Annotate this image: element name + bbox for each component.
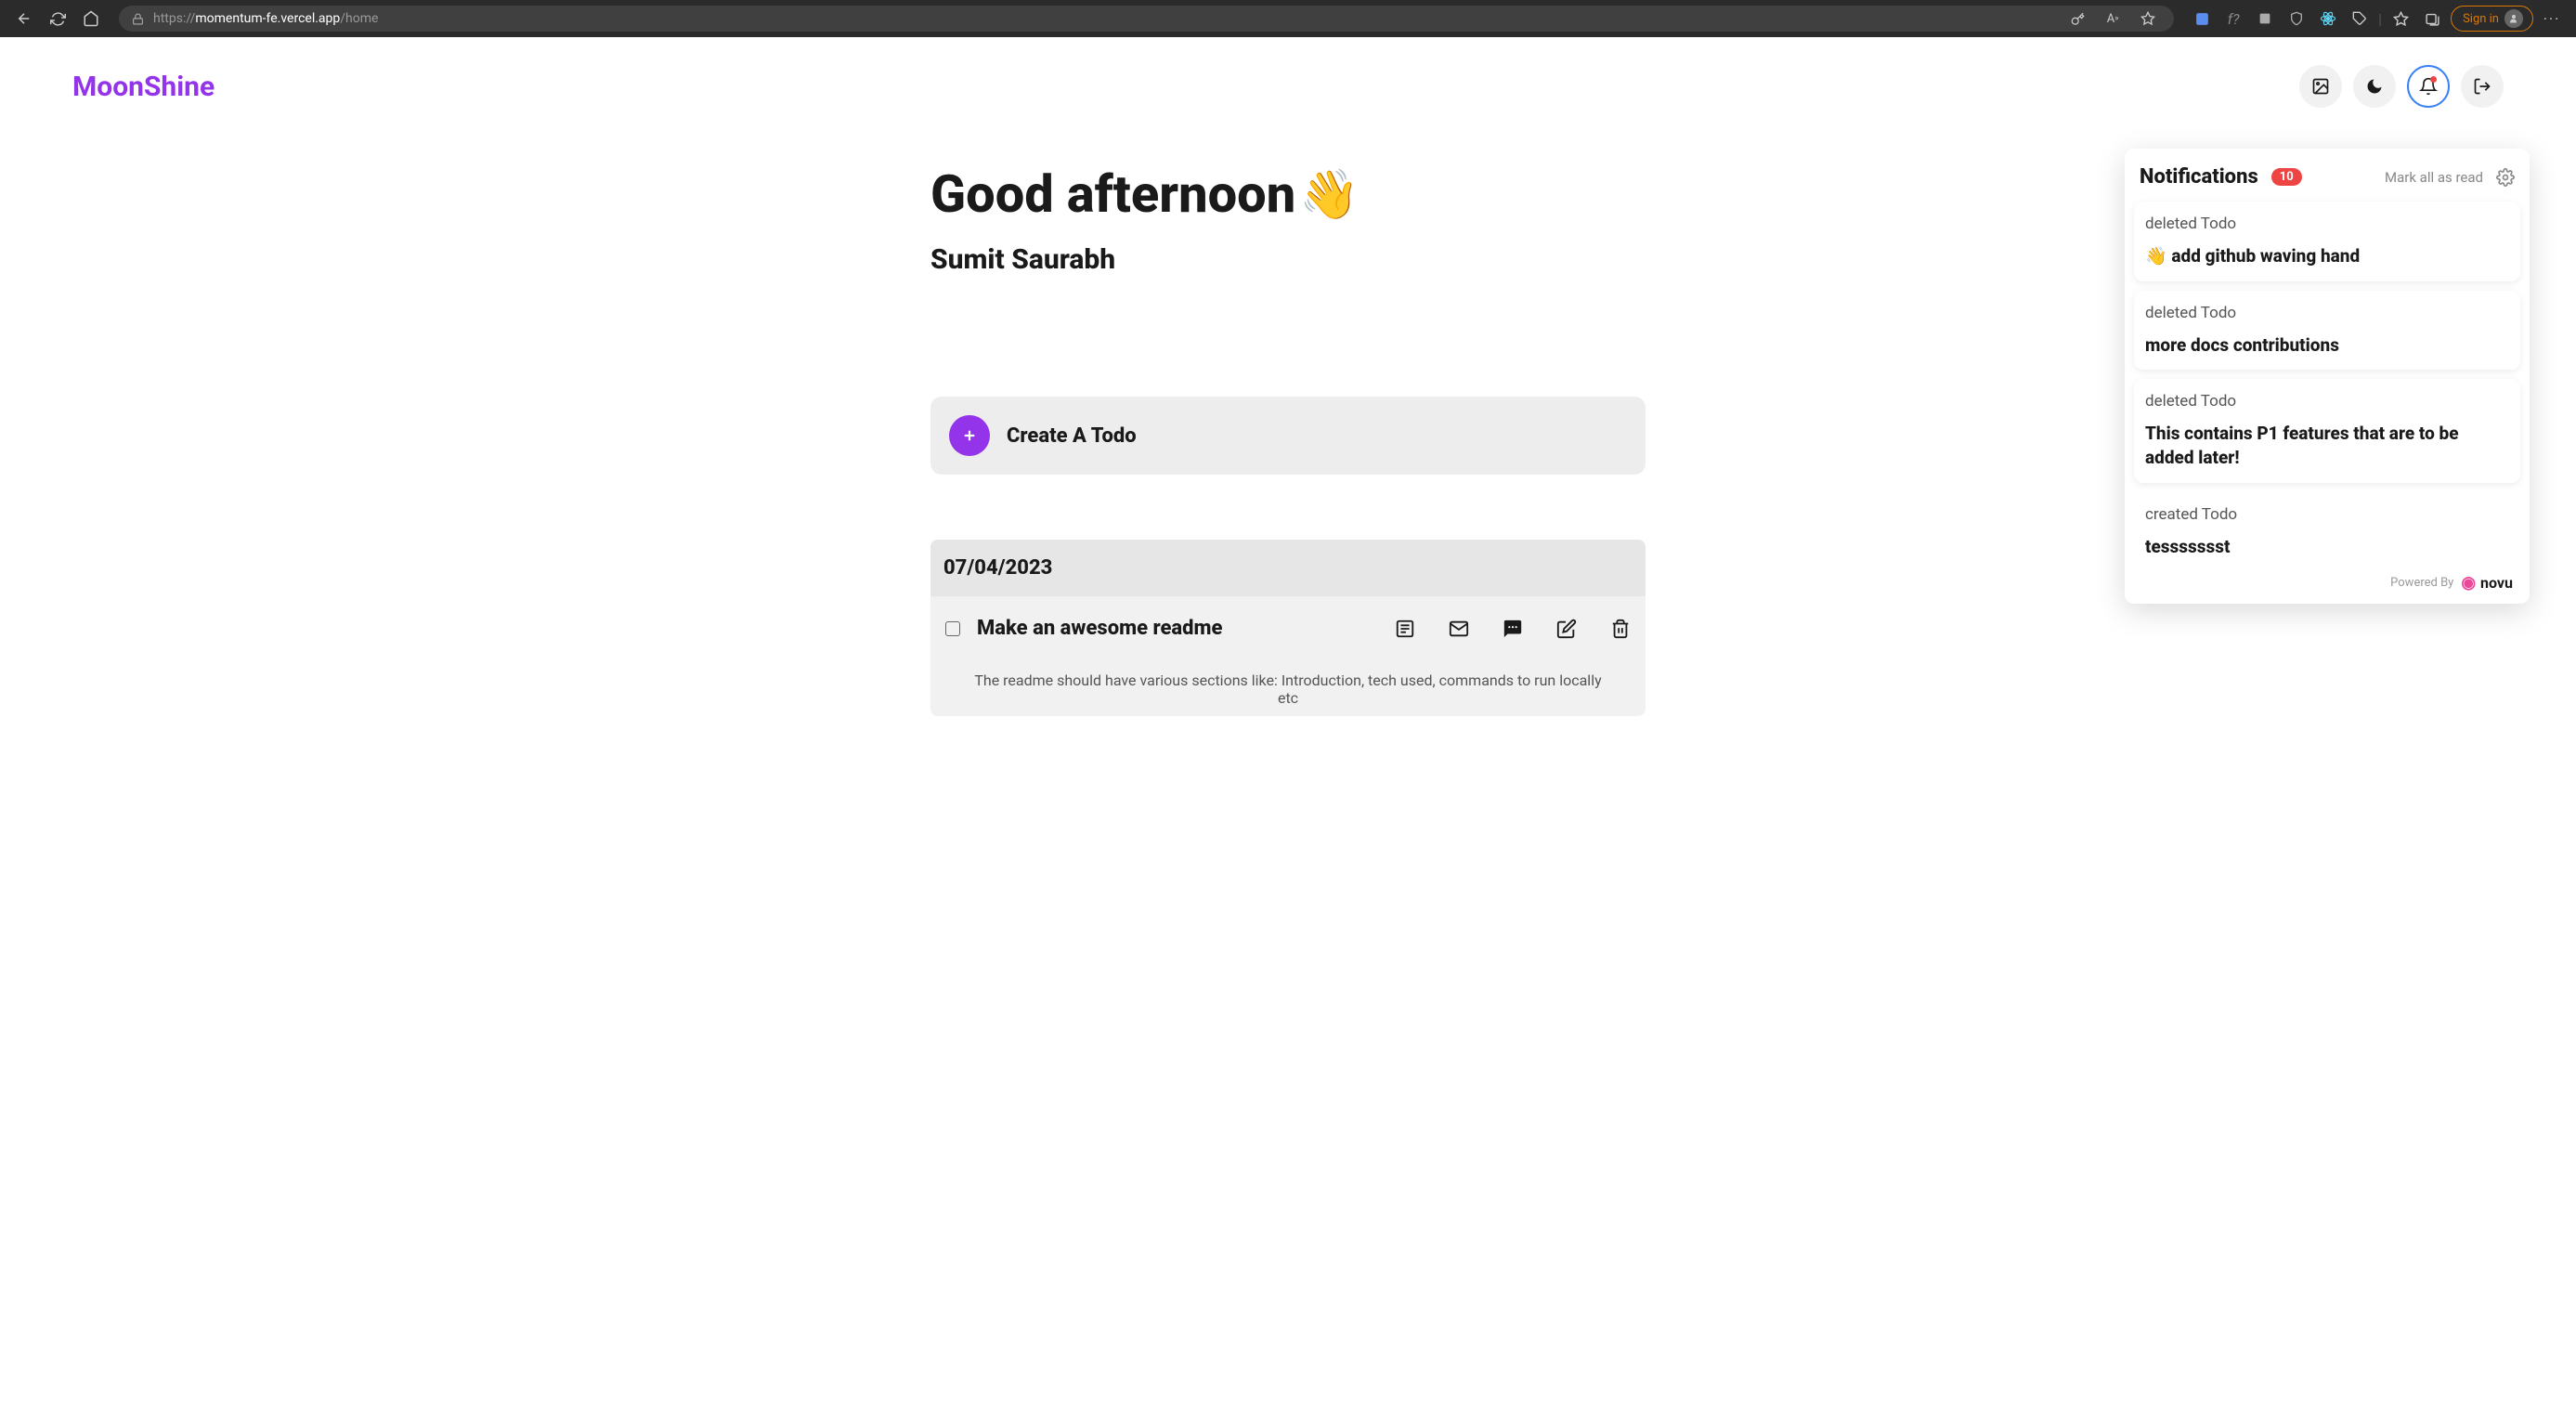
notification-card[interactable]: deleted Todo more docs contributions [2134, 291, 2520, 371]
add-todo-button[interactable] [949, 415, 990, 456]
url-bar[interactable]: https://momentum-fe.vercel.app/home A» [119, 6, 2174, 32]
notification-action: created Todo [2145, 505, 2509, 524]
details-icon[interactable] [1395, 619, 1415, 639]
shield-icon[interactable] [2283, 6, 2309, 32]
greeting: Good afternoon 👋 [930, 163, 1646, 225]
refresh-button[interactable] [45, 6, 71, 32]
notification-card[interactable]: deleted Todo 👋 add github waving hand [2134, 202, 2520, 281]
more-icon[interactable]: ··· [2539, 6, 2565, 32]
username: Sumit Saurabh [930, 243, 1646, 276]
notifications-panel: Notifications 10 Mark all as read delete… [2125, 149, 2530, 604]
notification-action: deleted Todo [2145, 304, 2509, 322]
create-todo-bar[interactable]: Create A Todo [930, 397, 1646, 475]
url-text: https://momentum-fe.vercel.app/home [153, 11, 2055, 26]
favorites-icon[interactable] [2387, 6, 2413, 32]
app-logo[interactable]: MoonShine [72, 71, 215, 103]
react-devtools-icon[interactable] [2315, 6, 2341, 32]
notification-body: This contains P1 features that are to be… [2145, 422, 2509, 469]
extension-icon-3[interactable] [2252, 6, 2278, 32]
novu-brand-text: novu [2480, 574, 2513, 592]
notification-card[interactable]: deleted Todo This contains P1 features t… [2134, 379, 2520, 482]
text-size-icon[interactable]: A» [2100, 6, 2126, 32]
greeting-text: Good afternoon [930, 163, 1295, 225]
mark-all-read-button[interactable]: Mark all as read [2385, 169, 2483, 186]
back-button[interactable] [11, 6, 37, 32]
notifications-button[interactable] [2407, 65, 2450, 108]
collections-icon[interactable] [2419, 6, 2445, 32]
key-icon[interactable] [2064, 6, 2090, 32]
notifications-footer: Powered By ◉ novu [2134, 562, 2520, 596]
notification-action: deleted Todo [2145, 215, 2509, 233]
extension-icon-1[interactable] [2189, 6, 2215, 32]
app-header: MoonShine [72, 65, 2504, 108]
signin-button[interactable]: Sign in [2451, 6, 2533, 32]
powered-by-label: Powered By [2390, 576, 2453, 590]
avatar-icon [2504, 9, 2523, 28]
edit-icon[interactable] [1556, 619, 1577, 639]
notifications-count-badge: 10 [2271, 168, 2302, 186]
header-actions [2299, 65, 2504, 108]
wave-emoji-icon: 👋 [1299, 166, 1360, 223]
notification-card[interactable]: created Todo tessssssst [2134, 492, 2520, 563]
notification-body: 👋 add github waving hand [2145, 244, 2509, 268]
notification-action: deleted Todo [2145, 392, 2509, 411]
delete-icon[interactable] [1610, 619, 1631, 639]
wallpaper-button[interactable] [2299, 65, 2342, 108]
todo-item: Make an awesome readme [930, 596, 1646, 716]
notification-body: more docs contributions [2145, 333, 2509, 358]
home-button[interactable] [78, 6, 104, 32]
notifications-title: Notifications [2140, 165, 2258, 189]
notification-dot [2430, 76, 2437, 83]
theme-toggle-button[interactable] [2353, 65, 2396, 108]
create-todo-label: Create A Todo [1007, 424, 1137, 448]
todo-group: 07/04/2023 Make an awesome readme [930, 540, 1646, 716]
extension-icon-2[interactable]: f? [2220, 6, 2246, 32]
novu-logo[interactable]: ◉ novu [2461, 573, 2513, 593]
settings-icon[interactable] [2496, 168, 2515, 187]
logout-button[interactable] [2461, 65, 2504, 108]
browser-chrome: https://momentum-fe.vercel.app/home A» f… [0, 0, 2576, 37]
date-header: 07/04/2023 [930, 540, 1646, 596]
notification-body: tessssssst [2145, 535, 2509, 559]
extensions-icon[interactable] [2347, 6, 2373, 32]
email-icon[interactable] [1449, 619, 1469, 639]
message-icon[interactable] [1503, 619, 1523, 639]
todo-checkbox[interactable] [945, 621, 960, 636]
main-content: Good afternoon 👋 Sumit Saurabh Create A … [930, 163, 1646, 716]
todo-description: The readme should have various sections … [945, 671, 1631, 707]
notifications-list: deleted Todo 👋 add github waving hand de… [2134, 202, 2520, 562]
signin-label: Sign in [2463, 12, 2499, 26]
lock-icon [132, 13, 144, 25]
novu-mark-icon: ◉ [2461, 573, 2476, 593]
favorite-icon[interactable] [2135, 6, 2161, 32]
todo-title: Make an awesome readme [977, 617, 1378, 640]
